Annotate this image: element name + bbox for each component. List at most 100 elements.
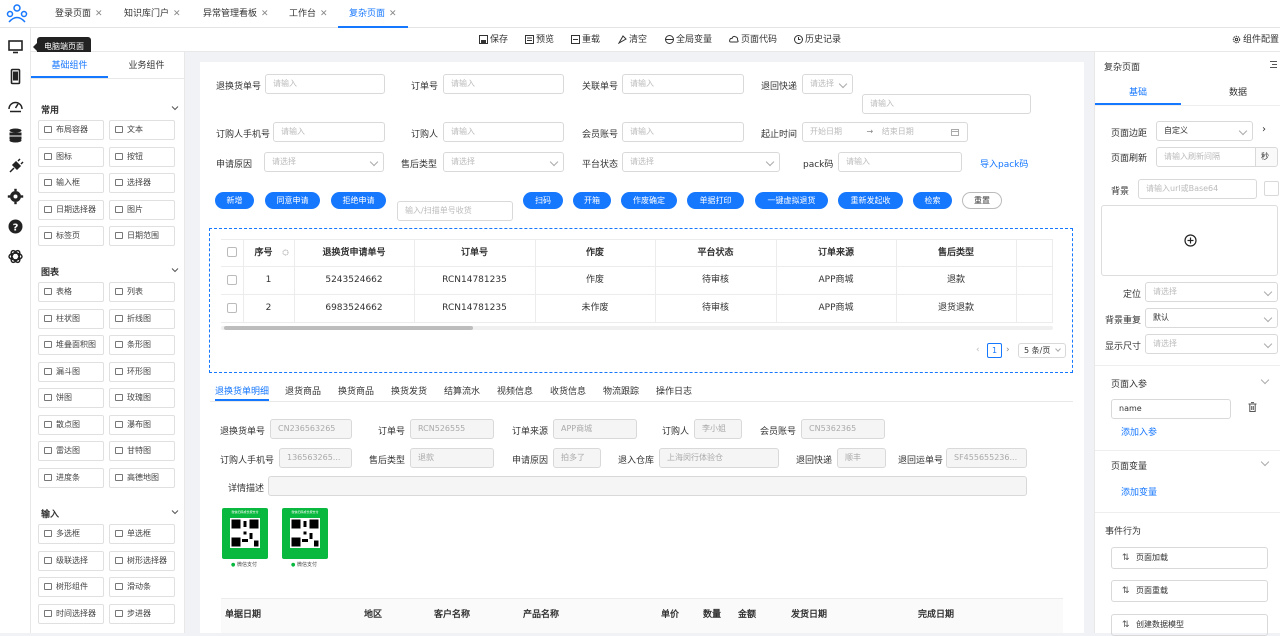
detail-phone-value[interactable]: 136563265... [279,448,352,468]
detail-tab[interactable]: 收货信息 [550,384,586,400]
dashboard-icon[interactable] [7,97,24,114]
component-item[interactable]: 日期选择器 [38,199,104,220]
component-item[interactable]: 级联选择 [38,550,104,571]
detail-member-value[interactable]: CN5362365 [801,419,885,439]
clear-button[interactable]: 清空 [617,28,647,52]
add-param-link[interactable]: 添加入参 [1121,425,1157,438]
component-item[interactable]: 文本 [109,120,175,140]
tab-exception-board[interactable]: 异常管理看板 ✕ [203,0,269,28]
detail-tab[interactable]: 操作日志 [656,384,692,400]
return-express-select[interactable]: 请选择 [802,74,853,94]
display-size-select[interactable]: 请选择 [1145,334,1278,354]
scan-button[interactable]: 扫码 [523,192,563,209]
component-item[interactable]: 树形组件 [38,577,104,597]
print-button[interactable]: 单据打印 [687,192,744,209]
component-item[interactable]: 标签页 [38,226,104,246]
scan-input[interactable]: 输入/扫描单号收货 [397,201,513,221]
search-button[interactable]: 检索 [913,192,952,209]
refresh-input[interactable]: 请输入刷新间隔 [1156,147,1256,167]
global-vars-button[interactable]: 全局变量 [665,28,712,52]
tab-knowledge-portal[interactable]: 知识库门户 ✕ [124,0,181,28]
chevron-down-icon[interactable] [171,104,179,112]
close-icon[interactable]: ✕ [173,9,181,19]
help-icon[interactable]: ? [7,218,24,235]
page-size-select[interactable]: 5 条/页 [1018,343,1066,358]
row-checkbox[interactable] [227,275,237,285]
mobile-icon[interactable] [7,68,24,85]
chevron-down-icon[interactable] [171,266,179,274]
page-number-current[interactable]: 1 [987,343,1002,358]
detail-reason-value[interactable]: 拍多了 [553,448,601,468]
component-item[interactable]: 输入框 [38,173,104,193]
page-code-button[interactable]: 页面代码 [729,28,777,52]
component-item[interactable]: 条形图 [109,335,175,355]
detail-after-type-value[interactable]: 退款 [410,448,494,468]
preview-button[interactable]: 预览 [525,28,554,52]
settings-icon[interactable] [282,249,289,256]
collapse-panel-icon[interactable] [1269,60,1278,69]
component-item[interactable]: 折线图 [109,308,175,329]
component-item[interactable]: 步进器 [109,603,175,624]
buyer-input[interactable]: 请输入 [443,122,564,142]
tab-workbench[interactable]: 工作台 ✕ [289,0,328,28]
tab-complex-page[interactable]: 复杂页面 ✕ [338,0,408,28]
component-item[interactable]: 漏斗图 [38,361,104,382]
tab-basic-props[interactable]: 基础 [1095,85,1181,105]
add-var-link[interactable]: 添加变量 [1121,485,1157,498]
reload-button[interactable]: 重载 [571,28,600,52]
gear-icon[interactable] [7,188,24,205]
bg-url-input[interactable]: 请输入url或Base64 [1138,179,1257,199]
horizontal-scrollbar-thumb[interactable] [224,326,473,330]
tab-business-components[interactable]: 业务组件 [108,58,185,78]
order-no-input[interactable]: 请输入 [443,74,564,94]
detail-warehouse-value[interactable]: 上海闵行体验仓 [659,448,779,468]
close-icon[interactable]: ✕ [389,9,397,19]
component-item[interactable]: 柱状图 [38,308,104,329]
prev-page-icon[interactable]: ‹ [976,345,980,355]
database-icon[interactable] [7,127,24,144]
component-item[interactable]: 布局容器 [38,120,104,140]
select-all-checkbox[interactable] [227,247,237,257]
date-range-picker[interactable]: 开始日期 → 结束日期 [802,122,968,142]
component-item[interactable]: 图标 [38,146,104,167]
component-item[interactable]: 列表 [109,282,175,302]
detail-tab[interactable]: 退货商品 [285,384,321,400]
detail-express-value[interactable]: 顺丰 [837,448,886,468]
next-page-icon[interactable]: › [1006,345,1010,355]
component-item[interactable]: 堆叠面积图 [38,335,104,355]
detail-tab[interactable]: 结算流水 [444,384,480,400]
detail-waybill-value[interactable]: SF455655236... [946,448,1027,468]
chevron-down-icon[interactable] [1260,457,1270,467]
component-item[interactable]: 表格 [38,282,104,302]
virtual-return-button[interactable]: 一键虚拟退货 [755,192,828,209]
after-type-select[interactable]: 请选择 [443,152,564,172]
open-box-button[interactable]: 开箱 [573,192,611,209]
detail-source-value[interactable]: APP商城 [553,419,637,439]
margin-select[interactable]: 自定义 [1156,121,1253,141]
param-name-input[interactable]: name [1111,399,1231,419]
event-page-load[interactable]: ⇅ 页面加载 [1111,547,1268,569]
return-express-input[interactable]: 请输入 [862,94,1031,114]
member-input[interactable]: 请输入 [622,122,744,142]
detail-tab[interactable]: 换货发货 [391,384,427,400]
component-item[interactable]: 图片 [109,199,175,220]
component-item[interactable]: 日期范围 [109,226,175,246]
related-no-input[interactable]: 请输入 [622,74,744,94]
void-confirm-button[interactable]: 作废确定 [621,192,677,209]
bg-repeat-select[interactable]: 默认 [1145,308,1278,328]
approve-button[interactable]: 同意申请 [265,192,320,209]
tab-basic-components[interactable]: 基础组件 [31,58,108,78]
component-config-button[interactable]: 组件配置 [1232,28,1279,52]
chevron-down-icon[interactable] [171,508,179,516]
component-item[interactable]: 甘特图 [109,441,175,461]
detail-order-no-value[interactable]: RCN526555 [410,419,494,439]
close-icon[interactable]: ✕ [95,9,103,19]
detail-tab[interactable]: 物流跟踪 [603,384,639,400]
pack-input[interactable]: 请输入 [838,152,962,172]
component-item[interactable]: 进度条 [38,467,104,488]
chevron-right-icon[interactable]: › [1262,124,1266,135]
component-item[interactable]: 时间选择器 [38,603,104,624]
save-button[interactable]: 保存 [479,28,508,52]
component-item[interactable]: 散点图 [38,414,104,435]
component-item[interactable]: 玫瑰图 [109,388,175,408]
